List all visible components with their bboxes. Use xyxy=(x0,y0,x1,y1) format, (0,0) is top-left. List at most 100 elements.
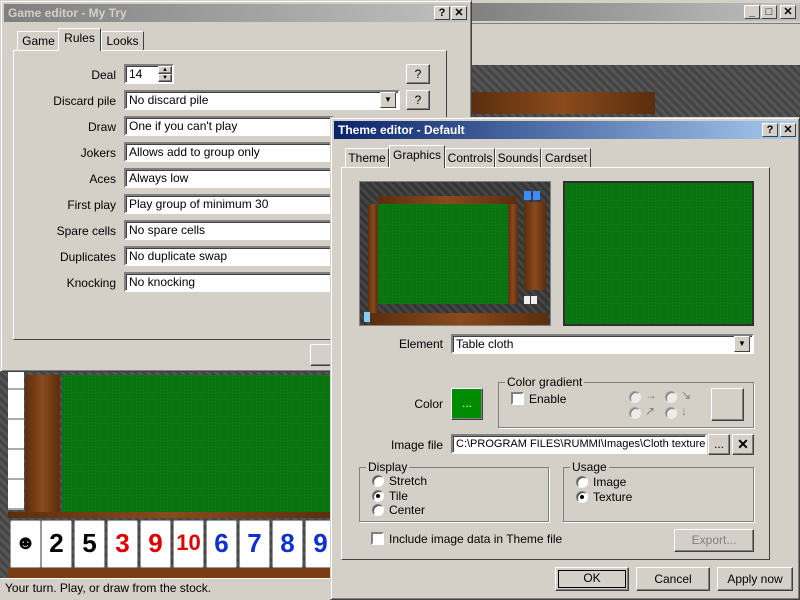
image-file-label: Image file xyxy=(390,438,443,452)
theme-editor-titlebar: Theme editor - Default ? ✕ xyxy=(334,121,796,139)
gradient-diag-up-radio[interactable] xyxy=(629,407,641,419)
apply-now-button[interactable]: Apply now xyxy=(717,567,793,591)
enable-label: Enable xyxy=(529,392,567,406)
usage-texture-label: Texture xyxy=(593,490,633,504)
joker-tile[interactable]: ☻ xyxy=(10,520,41,568)
rack-tile[interactable]: 6 xyxy=(206,520,237,568)
rule-select[interactable]: No discard pile ▼ xyxy=(124,90,400,110)
rack-tile[interactable]: 5 xyxy=(74,520,105,568)
include-image-label: Include image data in Theme file xyxy=(389,532,563,546)
rack-tile[interactable]: 9 xyxy=(140,520,171,568)
rule-label: Discard pile xyxy=(53,94,116,108)
rule-label: Aces xyxy=(89,172,116,186)
table-cloth xyxy=(62,375,332,512)
browse-button[interactable]: ... xyxy=(708,434,730,455)
rule-label: Deal xyxy=(91,68,116,82)
spin-up-button[interactable]: ▲ xyxy=(158,66,172,74)
color-label: Color xyxy=(414,397,443,411)
ok-button[interactable]: OK xyxy=(555,567,629,591)
rule-select[interactable]: No knocking xyxy=(124,272,334,292)
close-icon[interactable]: ✕ xyxy=(780,5,796,19)
rule-label: First play xyxy=(67,198,116,212)
cancel-button[interactable]: Cancel xyxy=(636,567,710,591)
help-title-button[interactable]: ? xyxy=(762,123,778,137)
deal-help-button[interactable]: ? xyxy=(406,64,430,84)
arrow-right-icon: → xyxy=(645,388,657,402)
display-group: Display xyxy=(359,460,549,522)
gradient-down-radio[interactable] xyxy=(665,407,677,419)
rule-select[interactable]: No spare cells xyxy=(124,220,334,240)
close-icon[interactable]: ✕ xyxy=(451,6,467,20)
rack-tile[interactable]: 3 xyxy=(107,520,138,568)
rule-label: Spare cells xyxy=(56,224,116,238)
display-center-radio[interactable] xyxy=(372,504,384,516)
rack-base xyxy=(8,568,333,578)
left-wood-rail xyxy=(25,375,60,515)
rule-select[interactable]: Allows add to group only xyxy=(124,142,334,162)
theme-editor-dialog: Theme editor - Default ? ✕ Theme Graphic… xyxy=(330,117,800,600)
ok-button-partial[interactable] xyxy=(310,344,332,366)
top-wood-rail xyxy=(470,92,655,114)
rule-select[interactable]: Always low xyxy=(124,168,334,188)
usage-texture-radio[interactable] xyxy=(576,491,588,503)
rack-tile[interactable]: 10 xyxy=(173,520,204,568)
status-bar: Your turn. Play, or draw from the stock. xyxy=(0,578,340,600)
tab-rules[interactable]: Rules xyxy=(58,28,101,51)
rule-label: Duplicates xyxy=(59,250,116,264)
rack-top-rail xyxy=(8,512,333,518)
rack-tile[interactable]: 7 xyxy=(239,520,270,568)
display-stretch-radio[interactable] xyxy=(372,475,384,487)
background-area xyxy=(470,25,800,65)
help-title-button[interactable]: ? xyxy=(434,6,450,20)
enable-gradient-checkbox[interactable] xyxy=(511,392,524,405)
tab-theme[interactable]: Theme xyxy=(345,148,389,168)
tab-looks[interactable]: Looks xyxy=(101,31,144,51)
tab-controls[interactable]: Controls xyxy=(445,148,495,168)
minimize-button[interactable]: _ xyxy=(744,5,760,19)
game-editor-title: Game editor - My Try xyxy=(8,6,127,20)
status-text: Your turn. Play, or draw from the stock. xyxy=(5,581,212,595)
gradient-diag-down-radio[interactable] xyxy=(665,391,677,403)
include-image-checkbox[interactable] xyxy=(371,532,384,545)
tab-graphics[interactable]: Graphics xyxy=(389,145,445,168)
spare-cells-column xyxy=(8,360,24,510)
gradient-right-radio[interactable] xyxy=(629,391,641,403)
discard-help-button[interactable]: ? xyxy=(406,90,430,110)
rack-tile[interactable]: 8 xyxy=(272,520,303,568)
tab-game[interactable]: Game xyxy=(17,31,60,51)
usage-image-label: Image xyxy=(593,475,627,489)
arrow-diag-up-icon: ↗ xyxy=(645,404,656,418)
rack-tile[interactable]: 2 xyxy=(41,520,72,568)
rule-select[interactable]: One if you can't play xyxy=(124,116,334,136)
display-stretch-label: Stretch xyxy=(389,474,428,488)
clear-image-icon[interactable]: ✕ xyxy=(732,434,754,455)
arrow-diag-down-icon: ↘ xyxy=(681,388,692,402)
rule-label: Draw xyxy=(87,120,116,134)
arrow-down-icon: ↓ xyxy=(681,404,687,418)
table-preview xyxy=(359,181,551,326)
rule-label: Jokers xyxy=(80,146,116,160)
rule-select[interactable]: No duplicate swap xyxy=(124,246,334,266)
maximize-button[interactable]: □ xyxy=(761,5,777,19)
color-swatch-button[interactable]: ... xyxy=(451,388,483,420)
tab-sounds[interactable]: Sounds xyxy=(495,148,541,168)
rule-label: Knocking xyxy=(66,276,116,290)
display-center-label: Center xyxy=(389,503,426,517)
element-label: Element xyxy=(398,337,443,351)
theme-editor-title: Theme editor - Default xyxy=(338,123,465,137)
chevron-down-icon[interactable]: ▼ xyxy=(734,336,750,352)
element-preview xyxy=(563,181,754,326)
tab-cardset[interactable]: Cardset xyxy=(541,148,591,168)
chevron-down-icon[interactable]: ▼ xyxy=(380,92,396,108)
export-button[interactable]: Export... xyxy=(674,529,754,552)
spin-down-button[interactable]: ▼ xyxy=(158,74,172,82)
rule-select[interactable]: Play group of minimum 30 xyxy=(124,194,334,214)
image-file-input[interactable]: C:\PROGRAM FILES\RUMMI\Images\Cloth text… xyxy=(451,434,707,454)
usage-image-radio[interactable] xyxy=(576,476,588,488)
element-select[interactable]: Table cloth ▼ xyxy=(451,334,754,354)
display-tile-radio[interactable] xyxy=(372,490,384,502)
gradient-color-button[interactable] xyxy=(711,388,744,421)
close-icon[interactable]: ✕ xyxy=(780,123,796,137)
display-tile-label: Tile xyxy=(389,489,408,503)
game-editor-titlebar: Game editor - My Try ? ✕ xyxy=(4,4,468,22)
